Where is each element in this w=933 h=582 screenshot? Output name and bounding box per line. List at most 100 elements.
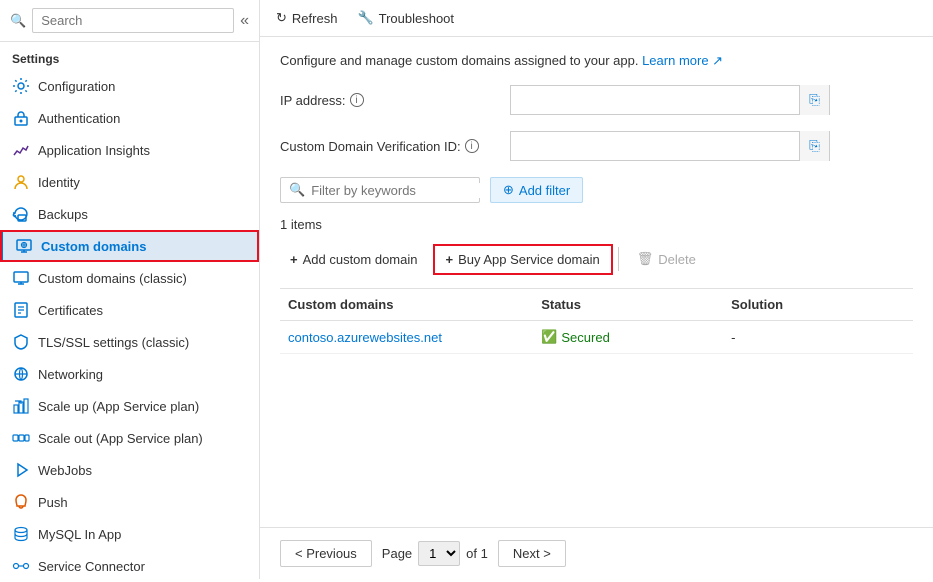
- configuration-icon: [12, 77, 30, 95]
- sidebar-label-mysql-in-app: MySQL In App: [38, 527, 121, 542]
- sidebar: 🔍 « Settings Configuration Authentication…: [0, 0, 260, 579]
- ip-address-input-box: ⎘: [510, 85, 830, 115]
- scale-up-icon: [12, 397, 30, 415]
- search-icon: 🔍: [10, 13, 26, 29]
- previous-button[interactable]: < Previous: [280, 540, 372, 567]
- sidebar-item-service-connector[interactable]: Service Connector: [0, 550, 259, 582]
- custom-domains-icon: [15, 237, 33, 255]
- sidebar-item-custom-domains[interactable]: Custom domains: [0, 230, 259, 262]
- sidebar-item-push[interactable]: Push: [0, 486, 259, 518]
- sidebar-label-tls-ssl-settings: TLS/SSL settings (classic): [38, 335, 189, 350]
- filter-input[interactable]: [311, 183, 487, 198]
- sidebar-item-scale-up[interactable]: Scale up (App Service plan): [0, 390, 259, 422]
- toolbar: ↻ Refresh 🔧 Troubleshoot: [260, 0, 933, 37]
- scale-out-icon: [12, 429, 30, 447]
- status-text: Secured: [561, 330, 609, 345]
- sidebar-item-networking[interactable]: Networking: [0, 358, 259, 390]
- main-content: ↻ Refresh 🔧 Troubleshoot Configure and m…: [260, 0, 933, 579]
- table-header-solution: Solution: [723, 297, 913, 312]
- identity-icon: [12, 173, 30, 191]
- troubleshoot-button[interactable]: 🔧 Troubleshoot: [357, 10, 454, 26]
- table-header-status: Status: [533, 297, 723, 312]
- buy-app-service-domain-button[interactable]: + Buy App Service domain: [436, 247, 610, 272]
- sidebar-label-custom-domains: Custom domains: [41, 239, 146, 254]
- page-label: Page: [382, 546, 412, 561]
- push-icon: [12, 493, 30, 511]
- domains-table: Custom domains Status Solution contoso.a…: [280, 288, 913, 354]
- table-cell-domain: contoso.azurewebsites.net: [280, 329, 533, 345]
- page-select[interactable]: 1: [418, 541, 460, 566]
- sidebar-label-networking: Networking: [38, 367, 103, 382]
- sidebar-label-configuration: Configuration: [38, 79, 115, 94]
- domain-link[interactable]: contoso.azurewebsites.net: [288, 330, 442, 345]
- content-area: Configure and manage custom domains assi…: [260, 37, 933, 527]
- learn-more-link[interactable]: Learn more ↗: [642, 53, 723, 68]
- search-bar: 🔍 «: [0, 0, 259, 42]
- application-insights-icon: [12, 141, 30, 159]
- add-custom-domain-button[interactable]: + Add custom domain: [280, 247, 428, 272]
- troubleshoot-icon: 🔧: [357, 10, 373, 26]
- backups-icon: [12, 205, 30, 223]
- items-count: 1 items: [280, 217, 913, 232]
- verification-id-copy-button[interactable]: ⎘: [799, 131, 829, 161]
- service-connector-icon: [12, 557, 30, 575]
- sidebar-label-authentication: Authentication: [38, 111, 120, 126]
- buy-app-service-domain-icon: +: [446, 252, 454, 267]
- table-header-domains: Custom domains: [280, 297, 533, 312]
- collapse-button[interactable]: «: [240, 12, 249, 30]
- status-icon: ✅: [541, 329, 557, 345]
- sidebar-item-certificates[interactable]: Certificates: [0, 294, 259, 326]
- table-header: Custom domains Status Solution: [280, 289, 913, 321]
- refresh-icon: ↻: [276, 10, 287, 26]
- authentication-icon: [12, 109, 30, 127]
- sidebar-label-identity: Identity: [38, 175, 80, 190]
- add-custom-domain-icon: +: [290, 252, 298, 267]
- delete-button[interactable]: 🗑 Delete: [627, 246, 706, 272]
- verification-id-label: Custom Domain Verification ID: i: [280, 139, 500, 154]
- table-cell-status: ✅ Secured: [533, 329, 723, 345]
- search-input[interactable]: [32, 8, 234, 33]
- table-row: contoso.azurewebsites.net ✅ Secured -: [280, 321, 913, 354]
- description-text: Configure and manage custom domains assi…: [280, 53, 913, 69]
- add-filter-button[interactable]: ⊕ Add filter: [490, 177, 583, 203]
- sidebar-item-authentication[interactable]: Authentication: [0, 102, 259, 134]
- sidebar-label-scale-up: Scale up (App Service plan): [38, 399, 199, 414]
- sidebar-item-custom-domains-classic[interactable]: Custom domains (classic): [0, 262, 259, 294]
- ip-address-info-icon[interactable]: i: [350, 93, 364, 107]
- page-info: Page 1 of 1: [382, 541, 488, 566]
- sidebar-item-backups[interactable]: Backups: [0, 198, 259, 230]
- sidebar-label-application-insights: Application Insights: [38, 143, 150, 158]
- table-cell-solution: -: [723, 329, 913, 345]
- verification-id-info-icon[interactable]: i: [465, 139, 479, 153]
- settings-section-label: Settings: [0, 42, 259, 70]
- sidebar-item-scale-out[interactable]: Scale out (App Service plan): [0, 422, 259, 454]
- certificates-icon: [12, 301, 30, 319]
- sidebar-item-mysql-in-app[interactable]: MySQL In App: [0, 518, 259, 550]
- ip-address-input[interactable]: [511, 89, 799, 112]
- add-filter-icon: ⊕: [503, 182, 514, 198]
- verification-id-input[interactable]: [511, 135, 799, 158]
- filter-search-icon: 🔍: [289, 182, 305, 198]
- troubleshoot-label: Troubleshoot: [379, 11, 454, 26]
- sidebar-item-configuration[interactable]: Configuration: [0, 70, 259, 102]
- networking-icon: [12, 365, 30, 383]
- of-label: of 1: [466, 546, 488, 561]
- tls-ssl-settings-icon: [12, 333, 30, 351]
- sidebar-item-webjobs[interactable]: WebJobs: [0, 454, 259, 486]
- sidebar-item-tls-ssl-settings[interactable]: TLS/SSL settings (classic): [0, 326, 259, 358]
- ip-address-copy-button[interactable]: ⎘: [799, 85, 829, 115]
- verification-id-row: Custom Domain Verification ID: i ⎘: [280, 131, 913, 161]
- filter-bar: 🔍 ⊕ Add filter: [280, 177, 913, 203]
- sidebar-label-webjobs: WebJobs: [38, 463, 92, 478]
- sidebar-item-identity[interactable]: Identity: [0, 166, 259, 198]
- sidebar-label-push: Push: [38, 495, 68, 510]
- refresh-button[interactable]: ↻ Refresh: [276, 10, 337, 26]
- next-button[interactable]: Next >: [498, 540, 566, 567]
- sidebar-item-application-insights[interactable]: Application Insights: [0, 134, 259, 166]
- sidebar-label-service-connector: Service Connector: [38, 559, 145, 574]
- sidebar-label-backups: Backups: [38, 207, 88, 222]
- action-bar: + Add custom domain + Buy App Service do…: [280, 246, 913, 272]
- add-filter-label: Add filter: [519, 183, 570, 198]
- sidebar-label-certificates: Certificates: [38, 303, 103, 318]
- ip-address-row: IP address: i ⎘: [280, 85, 913, 115]
